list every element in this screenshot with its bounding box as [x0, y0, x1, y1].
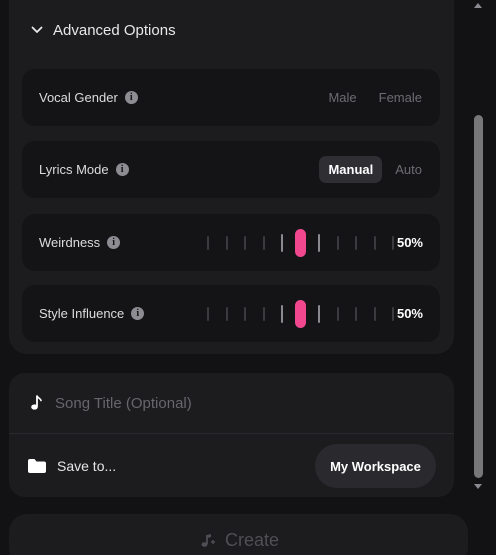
style-influence-row: Style Influence i 50% [22, 285, 440, 342]
lyrics-mode-row: Lyrics Mode i Manual Auto [22, 141, 440, 198]
slider-tick [244, 307, 246, 321]
slider-tick [392, 307, 394, 321]
vocal-gender-selector: Male Female [328, 69, 422, 126]
info-icon[interactable]: i [107, 236, 121, 249]
slider-tick [336, 307, 339, 321]
slider-tick [262, 307, 265, 321]
slider-tick [318, 234, 320, 252]
weirdness-label: Weirdness [39, 235, 101, 250]
slider-tick [373, 307, 376, 321]
chevron-down-icon [31, 26, 43, 33]
scrollbar[interactable] [470, 0, 487, 496]
slider-tick [225, 236, 228, 250]
info-icon[interactable]: i [124, 91, 138, 104]
lyrics-mode-auto-option[interactable]: Auto [395, 162, 422, 177]
lyrics-mode-manual-option[interactable]: Manual [319, 156, 383, 183]
style-influence-label: Style Influence [39, 306, 125, 321]
slider-tick [355, 236, 357, 250]
song-title-input[interactable] [55, 389, 415, 417]
advanced-options-toggle[interactable]: Advanced Options [31, 18, 176, 42]
slider-tick [244, 236, 246, 250]
slider-tick [392, 236, 394, 250]
slider-tick [281, 305, 283, 323]
style-influence-slider[interactable] [207, 300, 394, 328]
save-to-label: Save to... [57, 458, 117, 474]
slider-tick [355, 307, 357, 321]
weirdness-value: 50% [396, 235, 423, 250]
slider-tick [207, 236, 209, 250]
song-title-row [9, 373, 454, 434]
slider-tick [262, 236, 265, 250]
weirdness-row: Weirdness i 50% [22, 214, 440, 271]
create-label: Create [224, 529, 280, 550]
create-button[interactable]: Create [9, 514, 468, 555]
info-icon[interactable]: i [131, 307, 145, 320]
slider-tick [225, 307, 228, 321]
music-note-icon [31, 395, 42, 410]
song-details-panel: Save to... My Workspace [9, 373, 454, 497]
slider-tick [207, 307, 209, 321]
lyrics-mode-label: Lyrics Mode [39, 162, 109, 177]
folder-icon [28, 459, 46, 473]
lyrics-mode-selector: Manual Auto [319, 141, 422, 198]
vocal-gender-label: Vocal Gender [39, 90, 118, 105]
slider-thumb[interactable] [295, 300, 306, 328]
slider-tick [318, 305, 320, 323]
create-music-icon [201, 534, 215, 547]
slider-tick [373, 236, 376, 250]
vocal-gender-male-option[interactable]: Male [328, 90, 356, 105]
vocal-gender-row: Vocal Gender i Male Female [22, 69, 440, 126]
slider-tick [281, 234, 283, 252]
style-influence-value: 50% [396, 306, 423, 321]
scroll-up-arrow-icon[interactable] [474, 3, 482, 8]
info-icon[interactable]: i [115, 163, 129, 176]
scroll-down-arrow-icon[interactable] [474, 484, 482, 489]
vocal-gender-female-option[interactable]: Female [379, 90, 422, 105]
slider-thumb[interactable] [295, 229, 306, 257]
scrollbar-thumb[interactable] [474, 115, 483, 478]
save-to-row: Save to... My Workspace [9, 435, 454, 497]
slider-tick [336, 236, 339, 250]
page: Advanced Options Vocal Gender i Male Fem… [0, 0, 496, 555]
advanced-options-title: Advanced Options [53, 21, 176, 39]
weirdness-slider[interactable] [207, 229, 394, 257]
workspace-select-button[interactable]: My Workspace [315, 444, 436, 488]
